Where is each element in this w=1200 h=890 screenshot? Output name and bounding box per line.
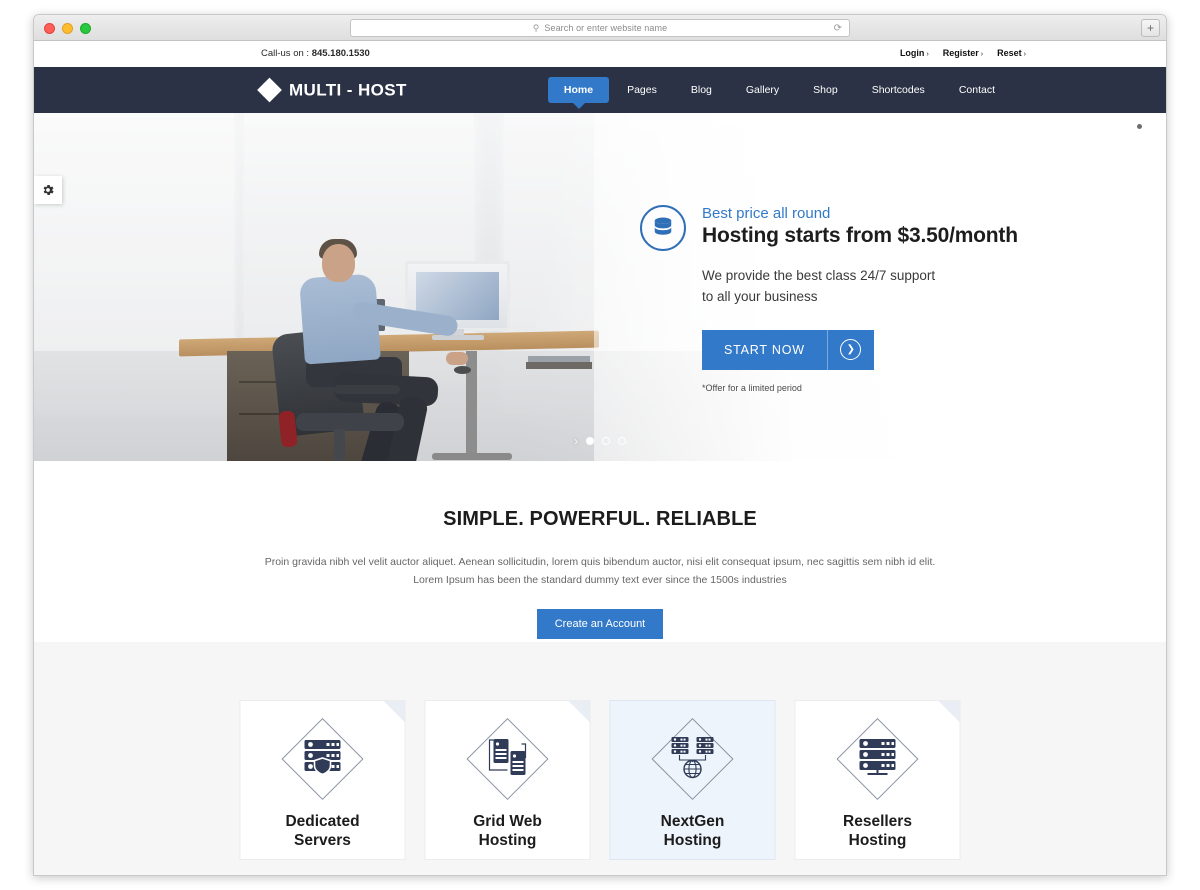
circle-arrow-right-icon: ❯ bbox=[828, 339, 874, 361]
carousel-dot-2[interactable] bbox=[602, 437, 610, 445]
nav-item-contact[interactable]: Contact bbox=[943, 77, 1011, 103]
intro-body: Proin gravida nibh vel velit auctor aliq… bbox=[264, 556, 936, 587]
carousel-dot-3[interactable] bbox=[618, 437, 626, 445]
reload-icon[interactable]: ⟳ bbox=[834, 23, 842, 34]
card-title: Resellers Hosting bbox=[843, 812, 912, 851]
service-card-nextgen-hosting[interactable]: NextGen Hosting bbox=[609, 700, 776, 860]
card-title: Dedicated Servers bbox=[285, 812, 359, 851]
hero-subtitle-line2: to all your business bbox=[702, 288, 818, 304]
database-glyph bbox=[654, 217, 672, 235]
card-title-line1: NextGen bbox=[660, 813, 725, 830]
account-links: Login › Register › Reset › bbox=[900, 48, 1026, 58]
nav-item-shop[interactable]: Shop bbox=[797, 77, 854, 103]
hero-text-block: Best price all round Hosting starts from… bbox=[702, 205, 1064, 393]
browser-window: ⚲ Search or enter website name ⟳ + Call-… bbox=[33, 14, 1167, 876]
linked-towers-icon bbox=[485, 736, 531, 783]
service-cards: Dedicated Servers Grid Web Hosting NextG… bbox=[239, 700, 961, 860]
hero-content: Best price all round Hosting starts from… bbox=[634, 205, 1064, 393]
page-viewport: Call-us on : 845.180.1530 Login › Registe… bbox=[34, 41, 1166, 875]
card-icon-frame bbox=[836, 717, 919, 801]
phone-number: 845.180.1530 bbox=[311, 48, 370, 59]
login-label: Login bbox=[899, 48, 925, 58]
chevron-right-icon: › bbox=[1023, 51, 1026, 58]
card-title-line1: Dedicated bbox=[285, 813, 360, 830]
hero-carousel: Best price all round Hosting starts from… bbox=[34, 113, 1166, 461]
hero-subtitle-line1: We provide the best class 24/7 support bbox=[702, 268, 936, 283]
carousel-dot-1[interactable] bbox=[586, 437, 594, 445]
card-title-line1: Resellers bbox=[843, 813, 912, 830]
reset-link[interactable]: Reset › bbox=[997, 48, 1026, 58]
card-title-line1: Grid Web bbox=[473, 813, 542, 830]
nav-links: Home Pages Blog Gallery Shop Shortcodes … bbox=[547, 67, 1011, 113]
server-rack-icon bbox=[855, 736, 901, 783]
register-link[interactable]: Register › bbox=[943, 48, 983, 58]
services-section: Dedicated Servers Grid Web Hosting NextG… bbox=[34, 642, 1166, 875]
browser-titlebar: ⚲ Search or enter website name ⟳ + bbox=[34, 15, 1166, 41]
main-navbar: MULTI - HOST Home Pages Blog Gallery Sho… bbox=[34, 67, 1166, 113]
nav-item-home[interactable]: Home bbox=[547, 77, 610, 109]
nav-item-shortcodes[interactable]: Shortcodes bbox=[856, 77, 941, 103]
service-card-grid-web-hosting[interactable]: Grid Web Hosting bbox=[424, 700, 591, 860]
theme-settings-button[interactable] bbox=[34, 176, 62, 204]
hero-subtitle: We provide the best class 24/7 support t… bbox=[702, 266, 1064, 308]
maximize-window-button[interactable] bbox=[80, 23, 91, 34]
search-icon: ⚲ bbox=[532, 22, 540, 33]
start-now-button[interactable]: START NOW ❯ bbox=[702, 329, 874, 370]
corner-fold-icon bbox=[383, 701, 405, 722]
register-label: Register bbox=[942, 48, 979, 58]
hero-corner-dot-icon bbox=[1137, 124, 1142, 129]
create-account-button[interactable]: Create an Account bbox=[536, 608, 664, 639]
site-logo[interactable]: MULTI - HOST bbox=[257, 77, 407, 103]
card-icon-frame bbox=[466, 717, 549, 801]
offer-note: *Offer for a limited period bbox=[702, 382, 802, 393]
new-tab-button[interactable]: + bbox=[1141, 19, 1160, 37]
card-title: Grid Web Hosting bbox=[473, 812, 542, 851]
brand-name: MULTI - HOST bbox=[289, 80, 407, 99]
reset-label: Reset bbox=[997, 48, 1022, 58]
chevron-right-icon: › bbox=[926, 51, 929, 58]
diamond-logo-icon bbox=[257, 77, 282, 103]
card-icon-frame bbox=[651, 717, 734, 801]
servers-globe-icon bbox=[668, 735, 718, 784]
call-us-label: Call-us on : bbox=[261, 48, 312, 59]
gear-icon bbox=[43, 184, 54, 196]
intro-title: SIMPLE. POWERFUL. RELIABLE bbox=[443, 508, 757, 530]
address-bar[interactable]: ⚲ Search or enter website name ⟳ bbox=[350, 19, 850, 37]
service-card-dedicated-servers[interactable]: Dedicated Servers bbox=[239, 700, 406, 860]
chevron-right-icon: › bbox=[980, 51, 984, 58]
login-link[interactable]: Login › bbox=[900, 48, 929, 58]
hero-title: Hosting starts from $3.50/month bbox=[702, 224, 1018, 247]
card-title-line2: Hosting bbox=[478, 832, 537, 850]
minimize-window-button[interactable] bbox=[62, 23, 73, 34]
intro-section: SIMPLE. POWERFUL. RELIABLE Proin gravida… bbox=[34, 461, 1166, 642]
window-controls bbox=[44, 23, 91, 34]
card-title-line2: Servers bbox=[294, 832, 351, 850]
nav-item-blog[interactable]: Blog bbox=[675, 77, 728, 103]
service-card-resellers-hosting[interactable]: Resellers Hosting bbox=[794, 700, 961, 860]
carousel-prev-arrow-icon[interactable]: › bbox=[574, 434, 578, 448]
card-icon-frame bbox=[281, 717, 364, 801]
server-shield-icon bbox=[300, 737, 346, 782]
card-title-line2: Hosting bbox=[848, 832, 907, 850]
nav-item-pages[interactable]: Pages bbox=[611, 77, 673, 103]
call-us-text: Call-us on : 845.180.1530 bbox=[261, 48, 370, 59]
utility-topbar: Call-us on : 845.180.1530 Login › Registe… bbox=[34, 41, 1166, 67]
card-title: NextGen Hosting bbox=[661, 812, 725, 851]
address-input[interactable]: Search or enter website name bbox=[544, 23, 667, 33]
hero-eyebrow: Best price all round bbox=[702, 205, 831, 222]
card-title-line2: Hosting bbox=[663, 832, 722, 850]
corner-fold-icon bbox=[568, 701, 590, 722]
database-icon bbox=[640, 205, 686, 251]
start-now-label: START NOW bbox=[702, 329, 828, 370]
carousel-pagination: › bbox=[574, 434, 626, 448]
nav-item-gallery[interactable]: Gallery bbox=[730, 77, 795, 103]
corner-fold-icon bbox=[938, 701, 960, 722]
close-window-button[interactable] bbox=[44, 23, 55, 34]
